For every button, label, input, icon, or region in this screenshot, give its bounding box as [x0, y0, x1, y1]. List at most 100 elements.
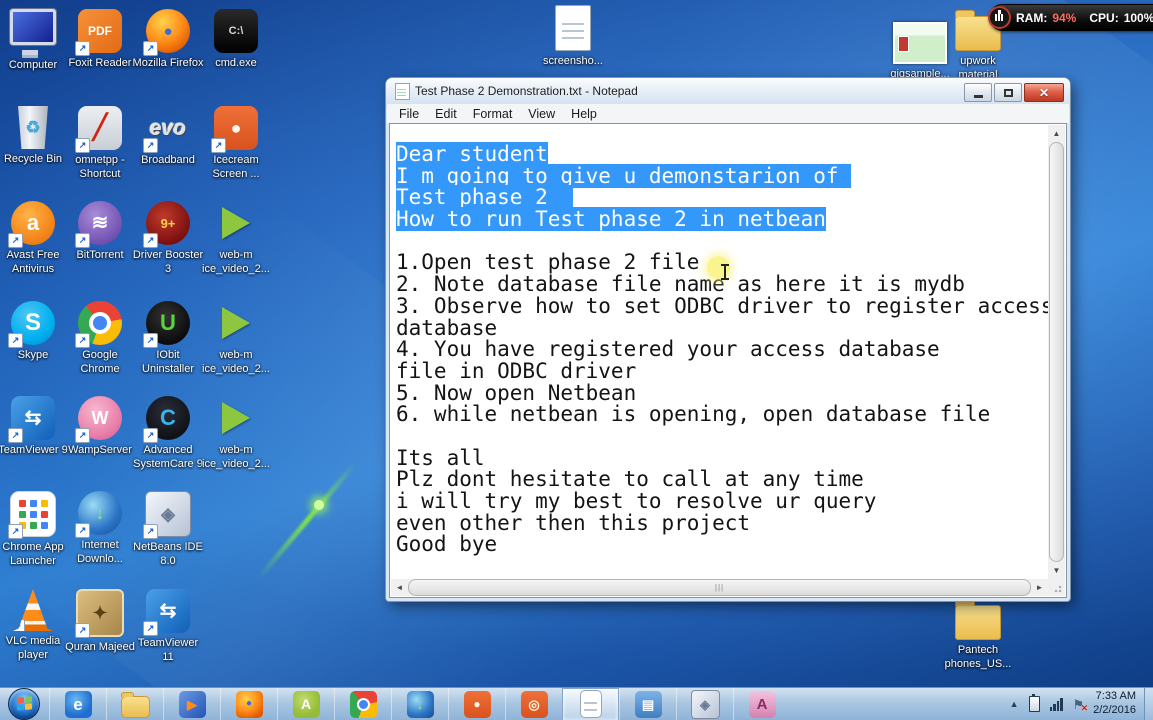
- desktop-icon-cmd[interactable]: C:\ cmd.exe: [199, 9, 273, 71]
- iobit-uninstaller-icon: U ↗: [143, 301, 190, 348]
- show-hidden-icons-button[interactable]: ▲: [1010, 699, 1019, 709]
- teamviewer-11-icon: ⇆ ↗: [143, 589, 190, 636]
- vertical-scrollbar[interactable]: ▲ ▼: [1048, 125, 1065, 579]
- taskbar-clock[interactable]: 7:33 AM 2/2/2016: [1093, 690, 1136, 718]
- skype-label: Skype: [17, 349, 49, 361]
- desktop-icon-webm-ice-video-2[interactable]: web-m ice_video_2...: [199, 301, 273, 377]
- taskbar-item-netbeans[interactable]: ◈: [676, 687, 733, 720]
- action-center-alert-icon: ✕: [1080, 702, 1089, 713]
- desktop-icon-teamviewer-11[interactable]: ⇆ ↗ TeamViewer 11: [131, 589, 205, 665]
- desktop-icon-netbeans-ide-8[interactable]: ◈ ↗ NetBeans IDE 8.0: [131, 491, 205, 569]
- desktop-icon-webm-ice-video-3[interactable]: web-m ice_video_2...: [199, 396, 273, 472]
- desktop-icon-webm-ice-video-1[interactable]: web-m ice_video_2...: [199, 201, 273, 277]
- desktop-icon-foxit-reader[interactable]: PDF ↗ Foxit Reader: [63, 9, 137, 71]
- desktop-icon-bittorrent[interactable]: ≋ ↗ BitTorrent: [63, 201, 137, 263]
- desktop: Computer PDF ↗ Foxit Reader ● ↗ Mozilla Firefo…: [0, 0, 1153, 720]
- desktop-icon-broadband[interactable]: evo ↗ Broadband: [131, 106, 205, 168]
- taskbar-item-icecream-screenshot[interactable]: ◎: [505, 687, 562, 720]
- menu-edit[interactable]: Edit: [427, 106, 465, 122]
- text-line: 6. while netbean is opening, open databa…: [396, 402, 991, 427]
- menu-format[interactable]: Format: [465, 106, 521, 122]
- notepad-window: Test Phase 2 Demonstration.txt - Notepad…: [386, 78, 1070, 601]
- desktop-icon-quran-majeed[interactable]: ✦ ↗ Quran Majeed: [63, 589, 137, 655]
- text-line: How to run Test phase 2 in netbean: [396, 207, 1048, 232]
- battery-icon[interactable]: [1028, 694, 1040, 712]
- close-button[interactable]: ✕: [1024, 83, 1064, 102]
- scroll-down-arrow-icon[interactable]: ▼: [1048, 562, 1065, 579]
- desktop-icon-mozilla-firefox[interactable]: ● ↗ Mozilla Firefox: [131, 9, 205, 71]
- desktop-icon-driver-booster-3[interactable]: 9+ ↗ Driver Booster 3: [131, 201, 205, 277]
- text-line: even other then this project: [396, 510, 751, 535]
- internet-explorer-icon: e: [64, 690, 92, 718]
- notepad-text-area[interactable]: Dear student I m going to give u demonsta…: [391, 125, 1048, 579]
- desktop-icon-avast-free-antivirus[interactable]: a ↗ Avast Free Antivirus: [0, 201, 70, 277]
- maximize-button[interactable]: [994, 83, 1022, 102]
- taskbar-item-ms-access[interactable]: A: [733, 687, 790, 720]
- desktop-icon-iobit-uninstaller[interactable]: U ↗ IObit Uninstaller: [131, 301, 205, 377]
- scroll-up-arrow-icon[interactable]: ▲: [1048, 125, 1065, 142]
- recycle-bin-icon: ♻: [18, 106, 48, 149]
- minimize-button[interactable]: [964, 83, 992, 102]
- menu-file[interactable]: File: [391, 106, 427, 122]
- shortcut-arrow-icon: ↗: [143, 524, 158, 539]
- shortcut-arrow-icon: ↗: [75, 523, 90, 538]
- desktop-icon-recycle-bin[interactable]: ♻ Recycle Bin: [0, 106, 70, 167]
- vertical-scrollbar-thumb[interactable]: [1049, 142, 1064, 562]
- odbc-administrator-icon: ▤: [634, 690, 662, 718]
- horizontal-scrollbar-thumb[interactable]: |||: [408, 579, 1031, 596]
- ram-value: 94%: [1052, 10, 1077, 25]
- taskbar-item-notepad[interactable]: [562, 687, 619, 720]
- text-line: 3. Observe how to set ODBC driver to reg…: [396, 293, 1048, 318]
- desktop-icon-screenshot-doc[interactable]: screensho...: [536, 5, 610, 69]
- clock-time: 7:33 AM: [1095, 690, 1136, 703]
- icecream-screen-recorder-icon: ●: [463, 690, 491, 718]
- desktop-icon-google-chrome[interactable]: ↗ Google Chrome: [63, 301, 137, 377]
- taskbar-item-idm[interactable]: ↓: [391, 687, 448, 720]
- shortcut-arrow-icon: ↗: [143, 233, 158, 248]
- resize-grip[interactable]: [1048, 579, 1065, 596]
- ram-cpu-monitor-widget[interactable]: RAM: 94% CPU: 100% +: [988, 4, 1153, 31]
- horizontal-scrollbar[interactable]: ◄ ||| ►: [391, 579, 1048, 596]
- desktop-icon-pantech-phones[interactable]: Pantech phones_US...: [941, 596, 1015, 672]
- screenshot-doc-icon: [555, 5, 591, 51]
- taskbar-item-odbc-administrator[interactable]: ▤: [619, 687, 676, 720]
- scroll-left-arrow-icon[interactable]: ◄: [391, 579, 408, 596]
- teamviewer-9-label: TeamViewer 9: [0, 444, 68, 456]
- desktop-icon-teamviewer-9[interactable]: ⇆ ↗ TeamViewer 9: [0, 396, 70, 458]
- taskbar-item-firefox[interactable]: ●: [220, 687, 277, 720]
- desktop-icon-internet-download-manager[interactable]: ↓ ↗ Internet Downlo...: [63, 491, 137, 567]
- computer-label: Computer: [8, 59, 58, 71]
- action-center-flag-icon[interactable]: ⚑ ✕: [1073, 698, 1089, 713]
- menu-view[interactable]: View: [520, 106, 563, 122]
- text-line: Its all: [396, 445, 485, 470]
- scroll-right-arrow-icon[interactable]: ►: [1031, 579, 1048, 596]
- text-cursor: [721, 264, 729, 280]
- desktop-icon-vlc-media-player[interactable]: ↗ VLC media player: [0, 589, 70, 663]
- desktop-icon-chrome-app-launcher[interactable]: ↗ Chrome App Launcher: [0, 491, 70, 569]
- taskbar-item-icecream-screen-recorder[interactable]: ●: [448, 687, 505, 720]
- taskbar-item-android-studio[interactable]: A: [277, 687, 334, 720]
- avast-free-antivirus-icon: a ↗: [8, 201, 55, 248]
- desktop-icon-advanced-systemcare-9[interactable]: C ↗ Advanced SystemCare 9: [131, 396, 205, 472]
- recycle-bin-label: Recycle Bin: [3, 153, 63, 165]
- netbeans-ide-8-label: NetBeans IDE 8.0: [133, 541, 203, 567]
- icecream-screen-recorder-icon: ● ↗: [211, 106, 258, 153]
- desktop-icon-omnetpp[interactable]: ╱ ↗ omnetpp - Shortcut: [63, 106, 137, 182]
- google-chrome-icon: ↗: [75, 301, 122, 348]
- desktop-icon-skype[interactable]: S ↗ Skype: [0, 301, 70, 363]
- taskbar-item-windows-explorer[interactable]: [106, 687, 163, 720]
- desktop-icon-wampserver[interactable]: W ↗ WampServer: [63, 396, 137, 458]
- shortcut-arrow-icon: ↗: [75, 138, 90, 153]
- desktop-icon-icecream-screen-recorder[interactable]: ● ↗ Icecream Screen ...: [199, 106, 273, 182]
- taskbar-item-chrome[interactable]: [334, 687, 391, 720]
- network-signal-icon[interactable]: [1049, 697, 1063, 711]
- taskbar-item-windows-media-player[interactable]: ▶: [163, 687, 220, 720]
- show-desktop-button[interactable]: [1144, 687, 1153, 720]
- menu-help[interactable]: Help: [563, 106, 605, 122]
- taskbar: e ▶ ● A ↓ ● ◎ ▤ ◈ A ▲ ⚑ ✕ 7:33 AM 2/2/2016: [0, 687, 1153, 720]
- desktop-icon-computer[interactable]: Computer: [0, 9, 70, 73]
- wallpaper-sparkle: [314, 500, 324, 510]
- taskbar-item-internet-explorer[interactable]: e: [49, 687, 106, 720]
- start-button[interactable]: [8, 688, 40, 720]
- selected-text: Dear student: [396, 142, 548, 166]
